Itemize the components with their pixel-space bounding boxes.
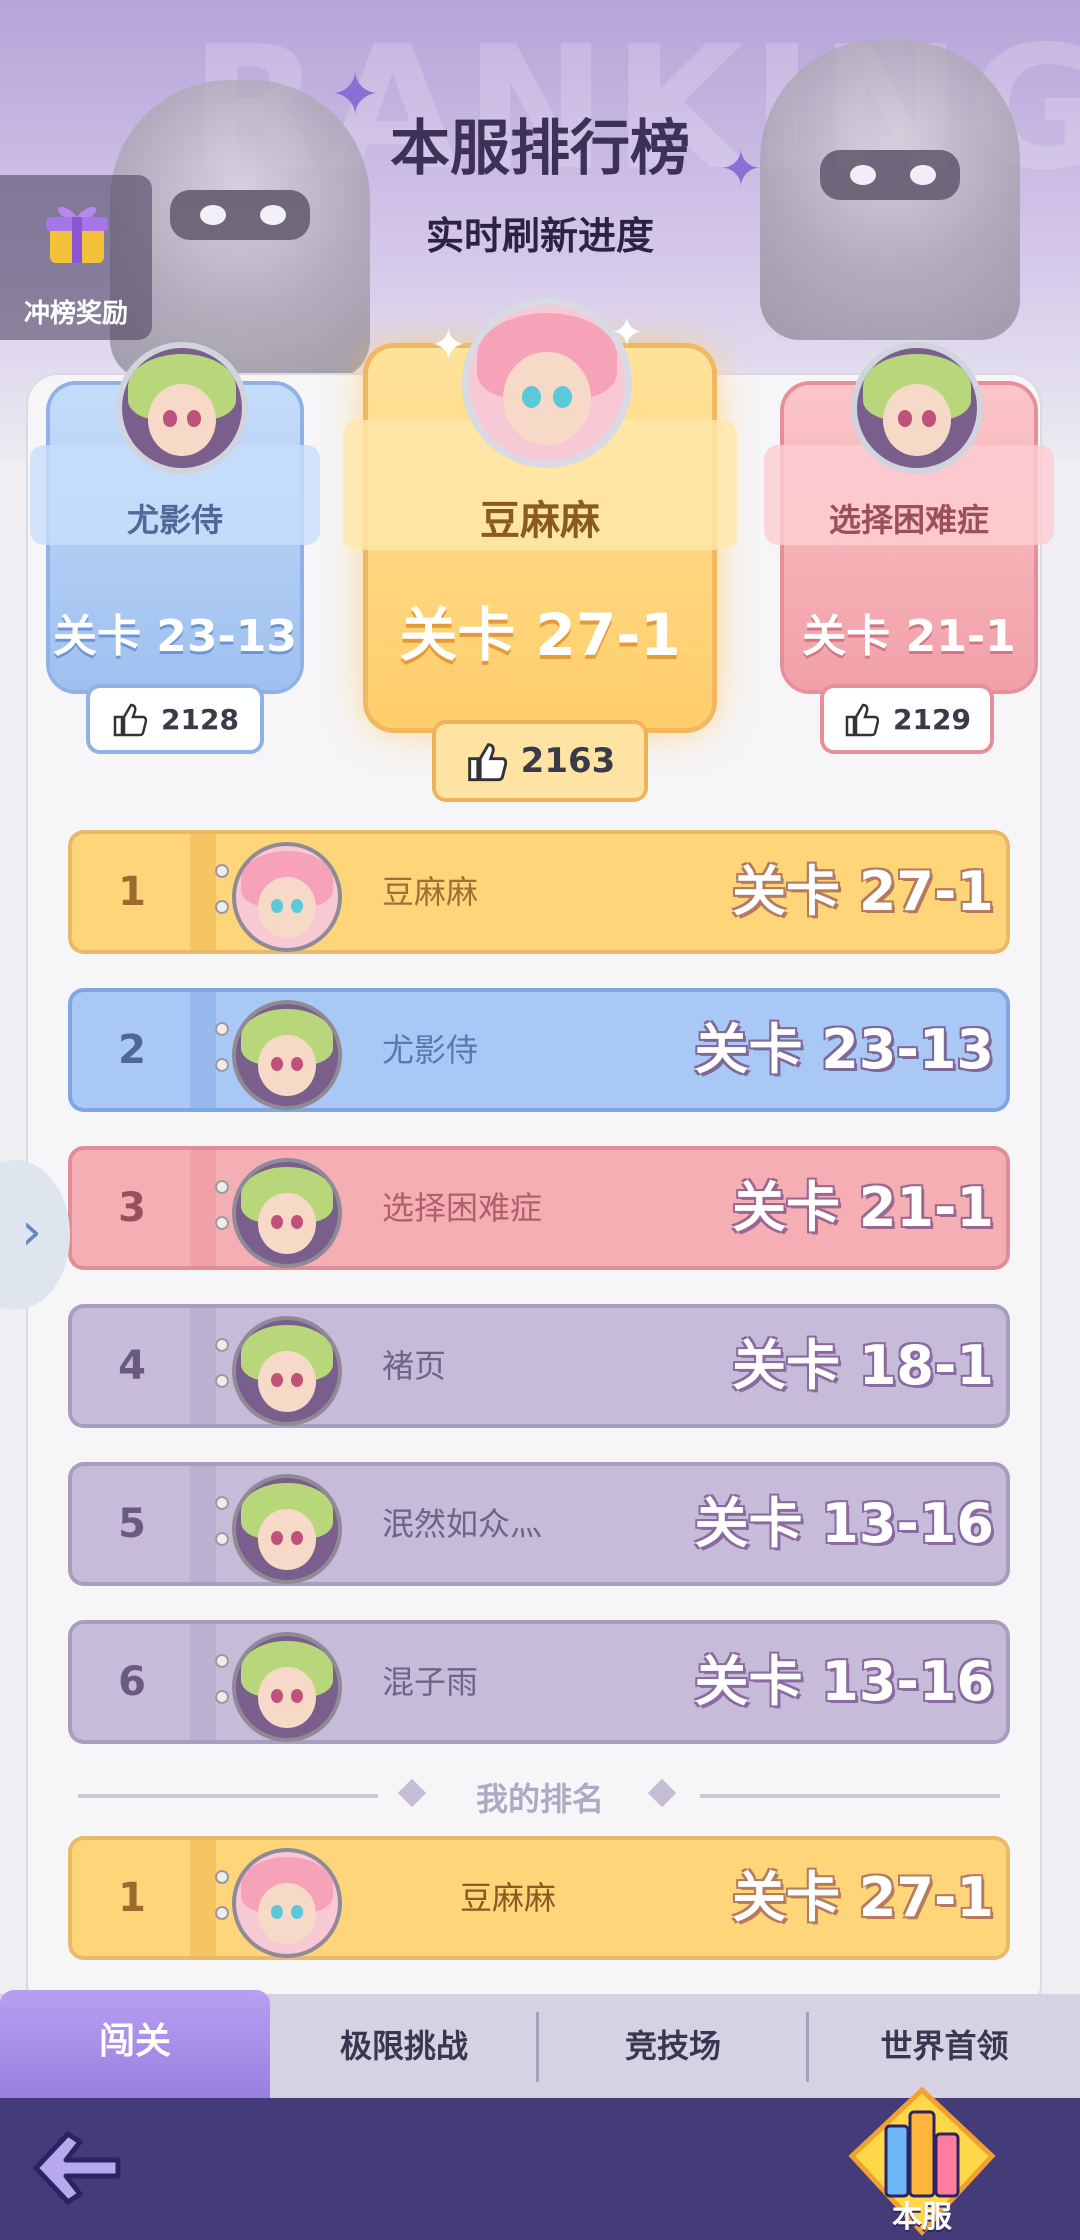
rank-number: 6 xyxy=(118,1659,146,1705)
ranking-row-4[interactable]: 4 褚页 关卡 18-1 xyxy=(72,1308,1006,1426)
back-arrow-icon[interactable] xyxy=(28,2128,128,2208)
player-name: 豆麻麻 xyxy=(460,1879,557,1917)
player-level: 关卡 27-1 xyxy=(732,860,994,923)
player-avatar xyxy=(232,1000,342,1110)
player-name: 尤影侍 xyxy=(382,1031,479,1069)
knight-right-illustration xyxy=(760,40,1020,340)
player-level: 关卡 21-1 xyxy=(732,1176,994,1239)
ranking-row-5[interactable]: 5 泯然如众灬 关卡 13-16 xyxy=(72,1466,1006,1584)
rank-number: 2 xyxy=(118,1027,146,1073)
player-name: 泯然如众灬 xyxy=(382,1505,543,1543)
tab-extreme-challenge[interactable]: 极限挑战 xyxy=(270,1994,538,2098)
player-level: 关卡 27-1 xyxy=(732,1866,994,1929)
podium-third-name: 选择困难症 xyxy=(828,501,989,539)
podium-first-likes-count: 2163 xyxy=(520,741,616,781)
tab-world-boss[interactable]: 世界首领 xyxy=(809,1994,1080,2098)
page-subtitle: 实时刷新进度 xyxy=(425,214,654,258)
podium-first-level: 关卡 27-1 xyxy=(399,601,681,669)
server-button-label: 本服 xyxy=(892,2200,952,2235)
gift-box-icon xyxy=(46,206,108,263)
tab-stage[interactable]: 闯关 xyxy=(0,1990,270,2098)
player-name: 豆麻麻 xyxy=(382,873,479,911)
ranking-row-3[interactable]: 3 选择困难症 关卡 21-1 xyxy=(72,1150,1006,1268)
ranking-row-2[interactable]: 2 尤影侍 关卡 23-13 xyxy=(72,992,1006,1110)
ranking-row-6[interactable]: 6 混子雨 关卡 13-16 xyxy=(72,1624,1006,1742)
podium-second-likes[interactable]: 2128 xyxy=(90,688,260,750)
podium-first-avatar[interactable] xyxy=(462,298,632,468)
my-rank-row[interactable]: 1 豆麻麻 关卡 27-1 xyxy=(72,1840,1006,1958)
server-switch-button[interactable]: 本服 xyxy=(842,2086,1002,2240)
player-avatar xyxy=(232,1848,342,1958)
player-level: 关卡 13-16 xyxy=(694,1492,994,1555)
tab-arena[interactable]: 竞技场 xyxy=(539,1994,807,2098)
player-avatar xyxy=(232,842,342,952)
player-name: 混子雨 xyxy=(382,1663,479,1701)
ranking-reward-label: 冲榜奖励 xyxy=(23,299,128,329)
ranking-row-1[interactable]: 1 豆麻麻 关卡 27-1 xyxy=(72,834,1006,952)
player-avatar xyxy=(232,1474,342,1584)
thumbs-up-icon xyxy=(113,703,148,737)
sparkle-icon: ✦ xyxy=(610,310,644,356)
podium-second-avatar[interactable] xyxy=(116,342,248,474)
player-name: 褚页 xyxy=(382,1347,447,1385)
player-avatar xyxy=(232,1632,342,1742)
podium-second-likes-count: 2128 xyxy=(161,702,239,736)
chevron-right-icon: › xyxy=(21,1202,42,1262)
divider-right xyxy=(700,1794,1000,1798)
rank-number: 5 xyxy=(118,1501,146,1547)
player-avatar xyxy=(232,1158,342,1268)
podium-second-name: 尤影侍 xyxy=(126,501,223,539)
player-name: 选择困难症 xyxy=(382,1189,543,1227)
podium-third-level: 关卡 21-1 xyxy=(802,611,1016,662)
podium-first-likes[interactable]: 2163 xyxy=(436,724,644,798)
player-level: 关卡 23-13 xyxy=(694,1018,994,1081)
thumbs-up-icon xyxy=(467,743,507,782)
rank-number: 1 xyxy=(118,1875,146,1921)
podium-third-avatar[interactable] xyxy=(851,342,983,474)
player-avatar xyxy=(232,1316,342,1426)
page-title: 本服排行榜 xyxy=(390,114,690,184)
podium-third-likes[interactable]: 2129 xyxy=(824,688,990,750)
player-level: 关卡 18-1 xyxy=(732,1334,994,1397)
ranking-reward-button[interactable]: 冲榜奖励 xyxy=(0,175,152,340)
sparkle-icon: ✦ xyxy=(430,320,467,371)
rank-number: 3 xyxy=(118,1185,146,1231)
podium-third-likes-count: 2129 xyxy=(893,702,971,736)
rank-number: 4 xyxy=(118,1343,146,1389)
rank-number: 1 xyxy=(118,869,146,915)
thumbs-up-icon xyxy=(845,703,880,737)
podium-second-level: 关卡 23-13 xyxy=(52,611,298,662)
podium-first-name: 豆麻麻 xyxy=(480,498,600,544)
player-level: 关卡 13-16 xyxy=(694,1650,994,1713)
